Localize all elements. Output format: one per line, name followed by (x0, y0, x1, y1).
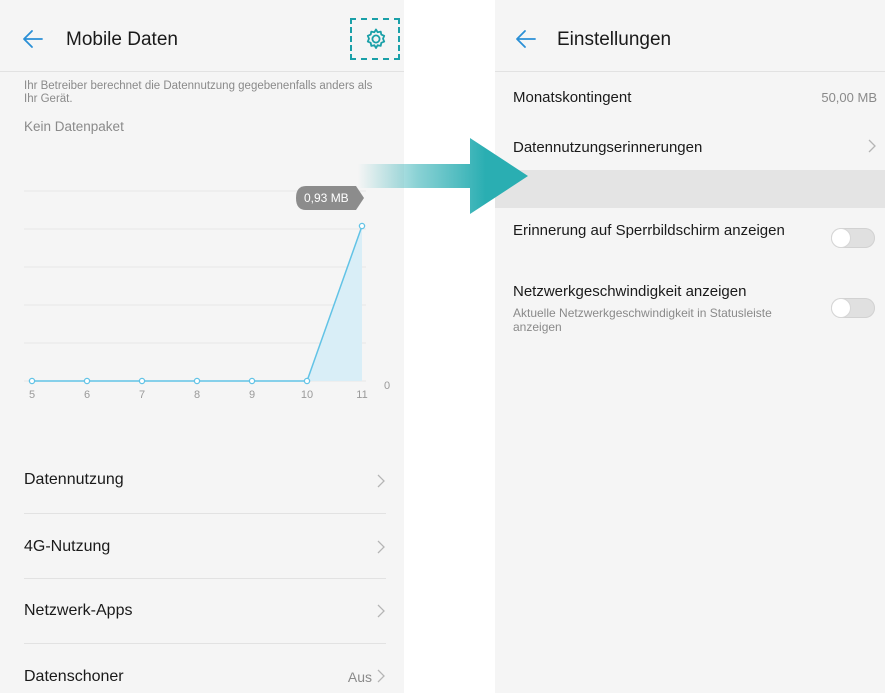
menu-item-4g-nutzung[interactable]: 4G-Nutzung (0, 514, 404, 578)
toggle-knob (832, 299, 850, 317)
setting-datennutzungserinnerungen[interactable]: Datennutzungserinnerungen (495, 122, 885, 170)
menu-item-label: Netzwerk-Apps (24, 602, 133, 619)
setting-label: Netzwerkgeschwindigkeit anzeigen (513, 283, 747, 300)
back-arrow-icon[interactable] (22, 28, 44, 50)
header-divider (0, 71, 404, 72)
data-point (83, 377, 91, 385)
menu-item-datennutzung[interactable]: Datennutzung (0, 449, 404, 513)
settings-highlight (350, 18, 400, 60)
setting-sublabel: Aktuelle Netzwerkgeschwindigkeit in Stat… (513, 306, 772, 334)
y-tick-label: 0 (384, 380, 390, 392)
page-title: Mobile Daten (66, 29, 178, 50)
setting-monatskontingent[interactable]: Monatskontingent 50,00 MB (495, 72, 885, 122)
chevron-right-icon (377, 604, 385, 618)
x-tick-label: 7 (139, 389, 145, 401)
settings-screen: Einstellungen Monatskontingent 50,00 MB … (495, 0, 885, 693)
menu-item-label: Datennutzung (24, 471, 124, 488)
data-point (248, 377, 256, 385)
toggle-knob (832, 229, 850, 247)
top-bar: Mobile Daten (0, 0, 404, 70)
chart-area-fill (32, 226, 362, 381)
x-tick-label: 8 (194, 389, 200, 401)
chevron-right-icon (377, 669, 385, 683)
x-tick-label: 5 (29, 389, 35, 401)
chevron-right-icon (377, 474, 385, 488)
data-point (303, 377, 311, 385)
page-title: Einstellungen (557, 29, 672, 50)
setting-label: Datennutzungserinnerungen (513, 139, 703, 156)
menu-item-netzwerk-apps[interactable]: Netzwerk-Apps (0, 579, 404, 643)
x-tick-label: 9 (249, 389, 255, 401)
back-arrow-icon[interactable] (515, 28, 537, 50)
menu-item-label: 4G-Nutzung (24, 538, 111, 555)
data-point (358, 222, 366, 230)
menu-item-datenschoner[interactable]: Datenschoner Aus (0, 644, 404, 693)
menu-item-label: Datenschoner (24, 668, 124, 685)
plan-label: Kein Datenpaket (24, 119, 124, 134)
menu-item-value: Aus (347, 669, 372, 685)
peak-label: 0,93 MB (304, 191, 349, 205)
data-point (193, 377, 201, 385)
mobile-data-screen: Mobile Daten Ihr Betreiber berechnet die… (0, 0, 404, 693)
carrier-note: Ihr Betreiber berechnet die Datennutzung… (24, 80, 373, 105)
setting-label: Monatskontingent (513, 89, 632, 106)
x-tick-label: 6 (84, 389, 90, 401)
chevron-right-icon (377, 540, 385, 554)
usage-chart: 5 6 7 8 9 10 11 0 0,93 MB (24, 186, 390, 401)
x-tick-label: 11 (356, 389, 367, 401)
data-point (138, 377, 146, 385)
network-speed-toggle[interactable] (831, 298, 875, 318)
gear-icon[interactable] (364, 27, 388, 51)
chevron-right-icon (868, 139, 876, 153)
chart-line (32, 225, 363, 382)
data-point (28, 377, 36, 385)
top-bar: Einstellungen (495, 0, 885, 70)
setting-lockscreen-reminder[interactable]: Erinnerung auf Sperrbildschirm anzeigen (495, 208, 885, 272)
chart-grid (24, 190, 366, 382)
arrow-right-icon (358, 138, 528, 214)
setting-value: 50,00 MB (821, 90, 877, 105)
section-spacer (495, 170, 885, 208)
setting-network-speed[interactable]: Netzwerkgeschwindigkeit anzeigen Aktuell… (495, 272, 885, 352)
x-tick-label: 10 (301, 389, 313, 401)
peak-callout: 0,93 MB (296, 186, 364, 210)
setting-label: Erinnerung auf Sperrbildschirm anzeigen (513, 222, 785, 239)
lockscreen-reminder-toggle[interactable] (831, 228, 875, 248)
